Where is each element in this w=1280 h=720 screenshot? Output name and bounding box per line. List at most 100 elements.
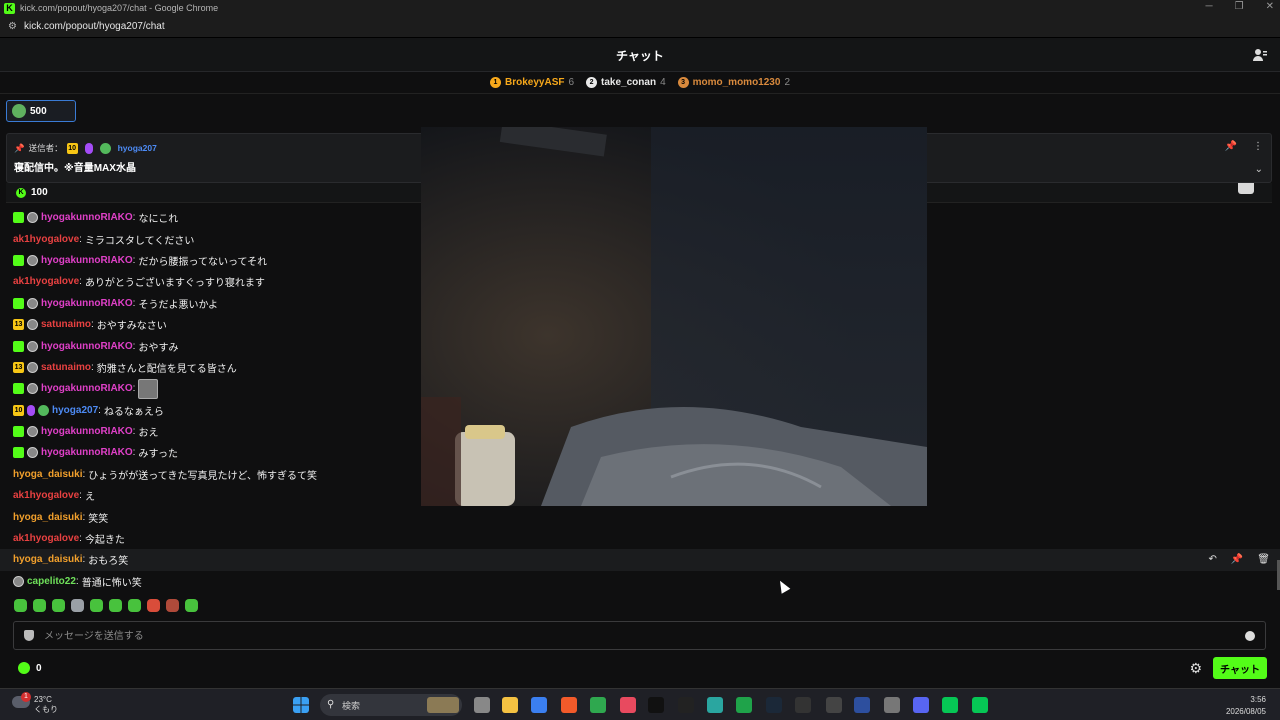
emote-icon[interactable] xyxy=(33,599,46,612)
emote-image xyxy=(138,378,159,399)
users-icon[interactable] xyxy=(1252,47,1268,63)
brave-icon[interactable] xyxy=(561,697,577,713)
site-settings-icon[interactable]: ⚙ xyxy=(8,21,18,32)
notification-badge: 1 xyxy=(21,692,31,702)
verified-badge-icon xyxy=(99,142,111,154)
message-actions: ↶ 📌 🗑 xyxy=(1208,554,1270,565)
chat-username[interactable]: hyogakunnoRIAKO xyxy=(41,298,133,309)
tiktok-icon[interactable] xyxy=(648,697,664,713)
file-explorer-icon[interactable] xyxy=(502,697,518,713)
chat-username[interactable]: capelito22 xyxy=(27,576,76,587)
emote-icon[interactable] xyxy=(52,599,65,612)
line-icon[interactable] xyxy=(972,697,988,713)
chat-username[interactable]: ak1hyogalove xyxy=(13,490,79,501)
line-icon[interactable] xyxy=(942,697,958,713)
gear-icon[interactable]: ⚙ xyxy=(1189,660,1202,677)
chat-text: だから腰振ってないってそれ xyxy=(138,256,268,268)
emote-icon[interactable] xyxy=(109,599,122,612)
chat-username[interactable]: ak1hyogalove xyxy=(13,234,79,245)
app-icon[interactable] xyxy=(736,697,752,713)
chat-username[interactable]: satunaimo xyxy=(41,362,91,373)
discord-icon[interactable] xyxy=(913,697,929,713)
chat-username[interactable]: hyogakunnoRIAKO xyxy=(41,383,133,394)
chat-username[interactable]: hyoga_daisuki xyxy=(13,554,82,565)
emoji-icon[interactable] xyxy=(1245,631,1255,641)
task-view-icon[interactable] xyxy=(474,697,490,713)
gift-badge-icon xyxy=(13,212,24,224)
reply-icon[interactable]: ↶ xyxy=(1208,554,1216,565)
verified-badge-icon xyxy=(38,404,49,416)
chat-username[interactable]: satunaimo xyxy=(41,319,91,330)
leaderboard-entry[interactable]: 1 BrokeyyASF 6 xyxy=(490,77,574,88)
emote-icon[interactable] xyxy=(128,599,141,612)
chat-username[interactable]: hyogakunnoRIAKO xyxy=(41,212,133,223)
minimize-icon[interactable]: ─ xyxy=(1206,1,1213,12)
chat-username[interactable]: hyoga207 xyxy=(52,405,98,416)
settings-icon[interactable] xyxy=(884,697,900,713)
chat-username[interactable]: hyogakunnoRIAKO xyxy=(41,255,133,266)
chrome-icon[interactable] xyxy=(590,697,606,713)
unpin-icon[interactable]: 📌 xyxy=(1225,141,1237,152)
emote-icon[interactable] xyxy=(166,599,179,612)
chat-message[interactable]: hyoga_daisuki: おもろ笑 ↶ 📌 🗑 xyxy=(0,549,1280,571)
chat-username[interactable]: hyogakunnoRIAKO xyxy=(41,447,133,458)
taskbar-clock[interactable]: 3:56 2026/08/05 xyxy=(1226,694,1266,718)
app-icon[interactable] xyxy=(707,697,723,713)
leaderboard-entry[interactable]: 3 momo_momo1230 2 xyxy=(677,77,790,88)
video-overlay[interactable] xyxy=(421,127,927,506)
leader-count: 6 xyxy=(568,77,575,88)
restore-icon[interactable]: ❐ xyxy=(1235,1,1244,12)
chat-message[interactable]: capelito22: 普通に怖い笑 xyxy=(0,571,1280,592)
windows-start-icon[interactable] xyxy=(293,697,309,713)
weather-temp: 23°C xyxy=(34,695,52,704)
gift-badge-icon xyxy=(13,426,24,438)
chevron-down-icon[interactable]: ⌄ xyxy=(1255,164,1263,175)
emote-icon[interactable] xyxy=(71,599,84,612)
gift-badge-icon xyxy=(13,447,24,459)
rank-badge-icon: 1 xyxy=(490,77,501,88)
search-highlight-image xyxy=(427,697,459,713)
close-icon[interactable]: ✕ xyxy=(1266,1,1274,12)
separator: : xyxy=(132,447,136,459)
app-icon[interactable] xyxy=(795,697,811,713)
collapse-tab[interactable] xyxy=(1238,183,1254,194)
chat-text: なにこれ xyxy=(138,214,179,226)
emote-icon[interactable] xyxy=(185,599,198,612)
chat-input[interactable] xyxy=(44,627,1224,645)
url-text[interactable]: kick.com/popout/hyoga207/chat xyxy=(24,21,165,32)
send-chat-button[interactable]: チャット xyxy=(1213,657,1267,679)
trash-icon[interactable]: 🗑 xyxy=(1257,554,1270,565)
separator: : xyxy=(132,426,136,438)
chat-message[interactable]: ak1hyogalove: 今起きた xyxy=(0,528,1280,549)
emote-icon[interactable] xyxy=(14,599,27,612)
chat-username[interactable]: hyoga_daisuki xyxy=(13,469,82,480)
app-icon[interactable] xyxy=(531,697,547,713)
gift-badge-icon xyxy=(13,254,24,266)
pin-icon[interactable]: 📌 xyxy=(1231,554,1243,565)
chat-username[interactable]: ak1hyogalove xyxy=(13,276,79,287)
pinned-username[interactable]: hyoga207 xyxy=(118,143,157,153)
chat-username[interactable]: hyogakunnoRIAKO xyxy=(41,426,133,437)
emote-icon[interactable] xyxy=(90,599,103,612)
more-icon[interactable]: ⋮ xyxy=(1253,141,1263,152)
chat-username[interactable]: ak1hyogalove xyxy=(13,533,79,544)
app-icon[interactable] xyxy=(620,697,636,713)
separator: : xyxy=(82,468,86,480)
app-icon[interactable] xyxy=(678,697,694,713)
taskbar-search[interactable]: ⚲ 検索 xyxy=(320,694,462,716)
app-icon[interactable] xyxy=(826,697,842,713)
leaderboard-entry[interactable]: 2 take_conan 4 xyxy=(586,77,666,88)
weather-widget[interactable]: 1 23°C くもり xyxy=(12,692,58,715)
gift-badge-icon xyxy=(13,340,24,352)
steam-icon[interactable] xyxy=(766,697,782,713)
chat-text: ミラコスタしてください xyxy=(84,235,195,247)
kicks-goal[interactable]: 500 xyxy=(6,100,76,122)
chat-message[interactable]: hyoga_daisuki: 笑笑 xyxy=(0,506,1280,527)
chat-username[interactable]: hyoga_daisuki xyxy=(13,512,82,523)
chat-username[interactable]: hyogakunnoRIAKO xyxy=(41,341,133,352)
kicks-balance[interactable]: 0 xyxy=(18,662,42,674)
emote-icon[interactable] xyxy=(147,599,160,612)
pinned-actions: 📌 ⋮ xyxy=(1225,141,1263,152)
app-icon[interactable] xyxy=(854,697,870,713)
leader-name: BrokeyyASF xyxy=(505,77,565,88)
